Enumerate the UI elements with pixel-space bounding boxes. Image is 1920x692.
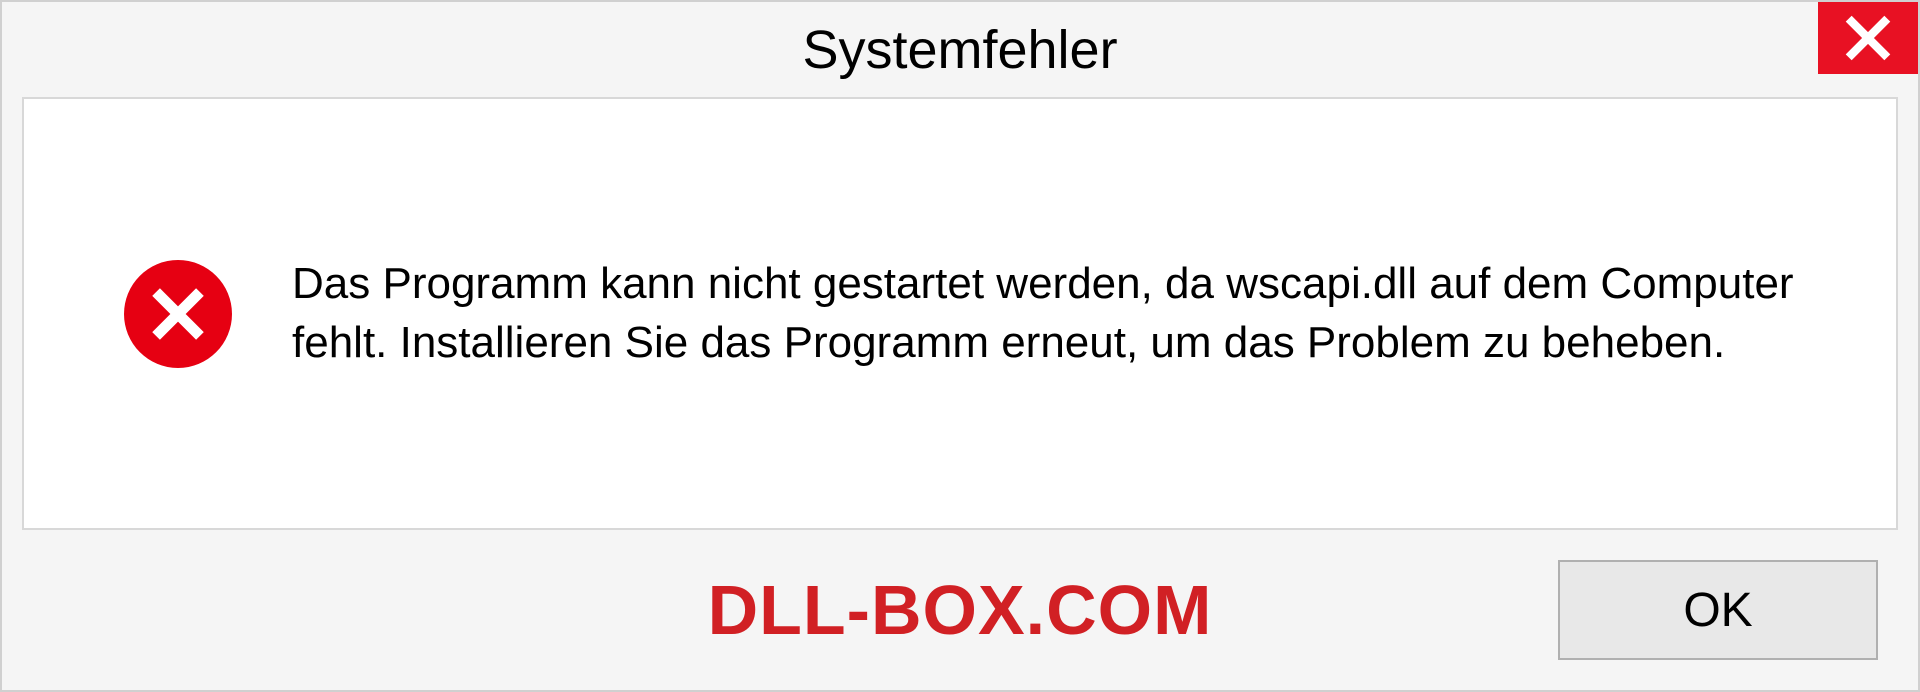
dialog-footer: DLL-BOX.COM OK	[2, 530, 1918, 690]
ok-button-label: OK	[1683, 583, 1752, 638]
error-icon	[124, 260, 232, 368]
close-icon	[1840, 10, 1896, 66]
content-panel: Das Programm kann nicht gestartet werden…	[22, 97, 1898, 530]
error-message: Das Programm kann nicht gestartet werden…	[292, 255, 1816, 371]
close-button[interactable]	[1818, 2, 1918, 74]
ok-button[interactable]: OK	[1558, 560, 1878, 660]
watermark-text: DLL-BOX.COM	[708, 570, 1213, 650]
error-dialog: Systemfehler Das Programm kann nicht ges…	[0, 0, 1920, 692]
titlebar: Systemfehler	[2, 2, 1918, 97]
error-icon-wrap	[124, 260, 232, 368]
dialog-title: Systemfehler	[802, 19, 1117, 81]
